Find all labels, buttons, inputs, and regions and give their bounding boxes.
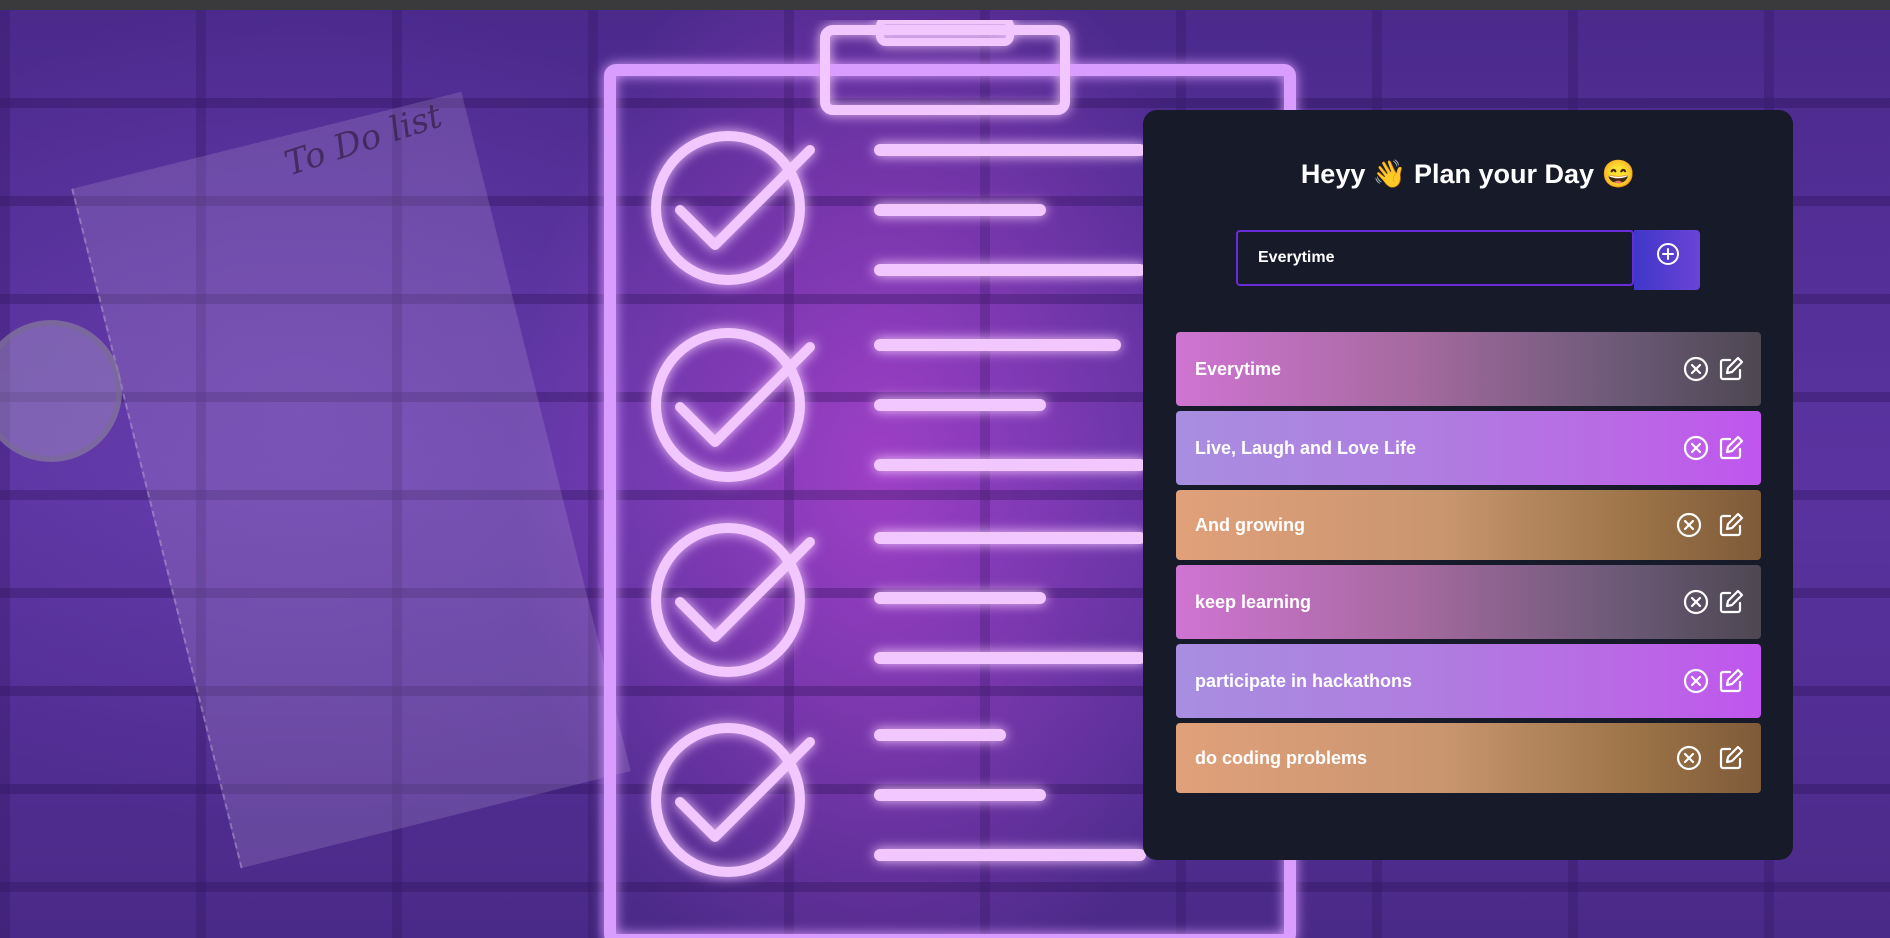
task-item: participate in hackathons [1176,644,1761,718]
edit-task-icon[interactable] [1717,667,1745,695]
edit-task-icon[interactable] [1717,511,1745,539]
task-item: And growing [1176,490,1761,560]
edit-task-icon[interactable] [1717,434,1745,462]
delete-task-icon[interactable] [1676,745,1702,771]
task-text: Live, Laugh and Love Life [1195,437,1417,458]
edit-task-icon[interactable] [1717,588,1745,616]
page-title: Heyy 👋 Plan your Day 😄 [1300,159,1636,189]
browser-top-strip [0,0,1890,10]
task-item: Live, Laugh and Love Life [1176,411,1761,485]
edit-task-icon[interactable] [1717,744,1745,772]
delete-task-icon[interactable] [1683,435,1709,461]
task-text: And growing [1195,514,1305,535]
add-task-button[interactable] [1634,230,1700,290]
task-text: do coding problems [1195,747,1368,768]
delete-task-icon[interactable] [1683,356,1709,382]
delete-task-icon[interactable] [1676,512,1702,538]
task-item: Everytime [1176,332,1761,406]
delete-task-icon[interactable] [1683,589,1709,615]
task-text: participate in hackathons [1195,670,1413,691]
task-text: keep learning [1195,591,1312,612]
task-item: keep learning [1176,565,1761,639]
task-text: Everytime [1195,358,1282,379]
task-input[interactable] [1238,232,1632,284]
task-item: do coding problems [1176,723,1761,793]
edit-task-icon[interactable] [1717,355,1745,383]
plus-circle-icon [1657,243,1679,265]
task-input-wrapper [1236,230,1634,286]
delete-task-icon[interactable] [1683,668,1709,694]
todo-card: Heyy 👋 Plan your Day 😄 Everytime Live, L… [1143,110,1793,860]
